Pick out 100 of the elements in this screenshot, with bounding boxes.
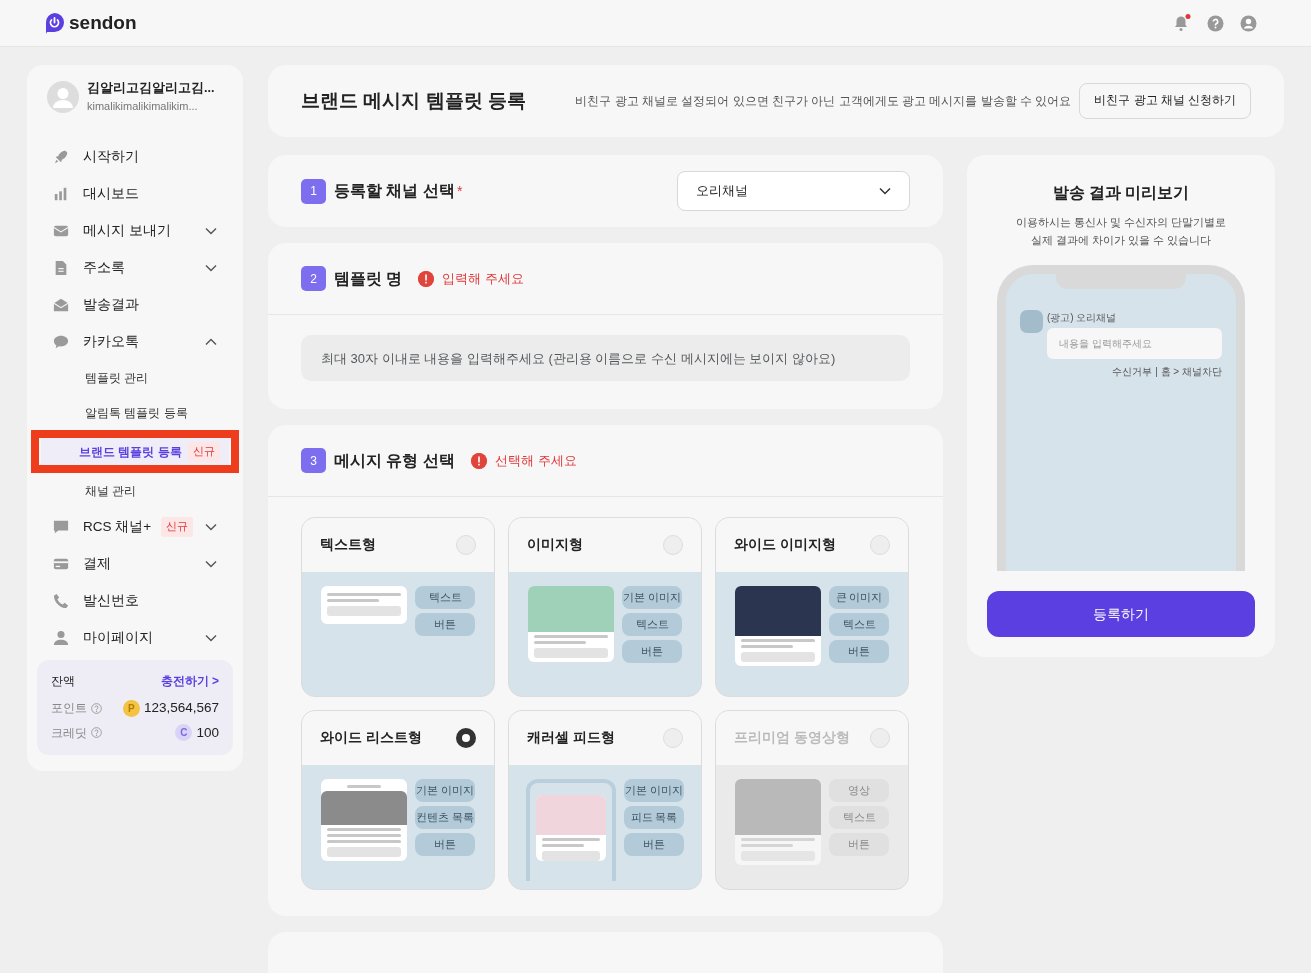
profile-name: 김알리고김알리고김... [87, 80, 215, 97]
error-text: 입력해 주세요 [442, 269, 525, 288]
submenu-item[interactable]: 채널 관리 [37, 473, 233, 509]
option-title: 이미지형 [527, 535, 583, 554]
feature-tag: 기본 이미지 [622, 586, 682, 609]
feature-tag: 기본 이미지 [415, 779, 475, 802]
rocket-icon [53, 148, 69, 165]
new-tag: 신규 [187, 441, 220, 462]
option-title: 와이드 리스트형 [320, 728, 422, 747]
nav-item[interactable]: 카카오톡 [37, 323, 233, 361]
error-text: 선택해 주세요 [494, 451, 577, 470]
logo-text[interactable]: sendon [69, 8, 137, 38]
bar-chart-icon [53, 185, 69, 202]
feature-tag: 버튼 [622, 640, 682, 663]
logo-icon [44, 11, 65, 35]
template-name-field[interactable]: 최대 30자 이내로 내용을 입력해주세요 (관리용 이름으로 수신 메시지에는 보이지 않아요) [301, 335, 910, 381]
radio-button[interactable] [663, 535, 683, 555]
feature-tag: 텍스트 [829, 613, 889, 636]
message-type-card[interactable]: 캐러셀 피드형 기본 이미지 피드 목록 버튼 [508, 710, 702, 890]
chevron-down-icon [879, 187, 891, 195]
option-title: 와이드 이미지형 [734, 535, 836, 554]
submenu-item[interactable]: 템플릿 관리 [37, 360, 233, 396]
points-coin-icon: P [122, 699, 140, 717]
page-title: 브랜드 메시지 템플릿 등록 [301, 88, 526, 113]
radio-button[interactable] [456, 728, 476, 748]
credit-label: 크레딧 [51, 724, 87, 742]
feature-tag: 큰 이미지 [829, 586, 889, 609]
feature-tag: 텍스트 [415, 586, 475, 609]
message-type-card[interactable]: 와이드 이미지형 큰 이미지 텍스트 버튼 [715, 517, 909, 697]
preview-description: 실제 결과에 차이가 있을 수 있습니다 [1029, 233, 1213, 249]
error-icon [418, 270, 435, 287]
radio-button[interactable] [870, 535, 890, 555]
feature-tag: 버튼 [624, 833, 684, 856]
nav-item[interactable]: 대시보드 [37, 175, 233, 213]
option-title: 프리미엄 동영상형 [734, 728, 850, 747]
step-title: 메시지 유형 선택 [334, 450, 455, 471]
channel-name: (광고) 오리채널 [1047, 311, 1118, 326]
preview-title: 발송 결과 미리보기 [1051, 183, 1191, 203]
nav-item[interactable]: 마이페이지 [37, 619, 233, 657]
nav-item[interactable]: RCS 채널+ 신규 [37, 508, 233, 546]
nav-item[interactable]: 메시지 보내기 [37, 212, 233, 250]
preview-description: 이용하시는 통신사 및 수신자의 단말기별로 [1014, 215, 1228, 230]
nav-item[interactable]: 주소록 [37, 249, 233, 287]
channel-avatar [1020, 310, 1043, 334]
account-icon[interactable] [1240, 14, 1257, 32]
nav-item[interactable]: 시작하기 [37, 138, 233, 176]
feature-tag: 버튼 [829, 833, 889, 856]
feature-tag: 버튼 [829, 640, 889, 663]
submenu-item[interactable]: 브랜드 템플릿 등록 신규 [41, 438, 229, 466]
nav-item[interactable]: 결제 [37, 545, 233, 583]
feature-tag: 기본 이미지 [624, 779, 684, 802]
new-tag: 신규 [161, 516, 194, 537]
points-value: 123,564,567 [143, 699, 219, 718]
credit-coin-icon: C [175, 724, 193, 742]
feature-tag: 텍스트 [622, 613, 682, 636]
speech-bubble-icon [53, 333, 69, 350]
channel-select[interactable]: 오리채널 [677, 171, 910, 211]
required-mark: * [456, 181, 463, 201]
register-button[interactable]: 등록하기 [987, 591, 1255, 638]
feature-tag: 영상 [829, 779, 889, 802]
credit-value: 100 [196, 723, 219, 742]
points-label: 포인트 [51, 700, 87, 718]
help-icon [91, 727, 102, 739]
phone-icon [53, 592, 69, 609]
option-title: 캐러셀 피드형 [527, 728, 615, 747]
block-link-text: 수신거부 | 홈 > 채널차단 [1111, 365, 1222, 380]
message-type-card[interactable]: 이미지형 기본 이미지 텍스트 버튼 [508, 517, 702, 697]
charge-link[interactable]: 충전하기 > [160, 672, 219, 691]
profile-email: kimalikimalikimalikim... [87, 98, 199, 114]
message-bubble: 내용을 입력해주세요 [1047, 328, 1222, 360]
help-icon [91, 702, 102, 714]
apply-channel-button[interactable]: 비친구 광고 채널 신청하기 [1079, 83, 1251, 119]
nav-item[interactable]: 발신번호 [37, 582, 233, 620]
bell-icon[interactable] [1173, 14, 1191, 32]
feature-tag: 텍스트 [829, 806, 889, 829]
submenu-item[interactable]: 알림톡 템플릿 등록 [37, 395, 233, 431]
balance-label: 잔액 [51, 673, 75, 691]
step-number: 3 [301, 448, 326, 473]
message-type-card[interactable]: 텍스트형 텍스트 버튼 [301, 517, 495, 697]
radio-button[interactable] [663, 728, 683, 748]
step-number: 2 [301, 266, 326, 291]
nav-item[interactable]: 발송결과 [37, 286, 233, 324]
feature-tag: 버튼 [415, 613, 475, 636]
notice-text: 비친구 광고 채널로 설정되어 있으면 친구가 아닌 고객에게도 광고 메시지를 발송할 수 있어요 [575, 93, 1072, 110]
open-envelope-icon [53, 296, 69, 313]
help-icon[interactable] [1207, 14, 1224, 32]
feature-tag: 버튼 [415, 833, 475, 856]
step-title: 등록할 채널 선택 [334, 181, 455, 201]
avatar-icon [47, 80, 79, 113]
step-title: 템플릿 명 [334, 268, 403, 289]
error-icon [470, 452, 487, 469]
option-title: 텍스트형 [320, 535, 376, 554]
radio-button[interactable] [456, 535, 476, 555]
feature-tag: 컨텐츠 목록 [415, 806, 475, 829]
person-icon [53, 629, 69, 646]
feature-tag: 피드 목록 [624, 806, 684, 829]
message-type-card[interactable]: 와이드 리스트형 기본 이미지 컨텐츠 목록 버튼 [301, 710, 495, 890]
document-icon [53, 259, 69, 276]
chat-icon [53, 518, 69, 535]
step-number: 1 [301, 178, 326, 204]
